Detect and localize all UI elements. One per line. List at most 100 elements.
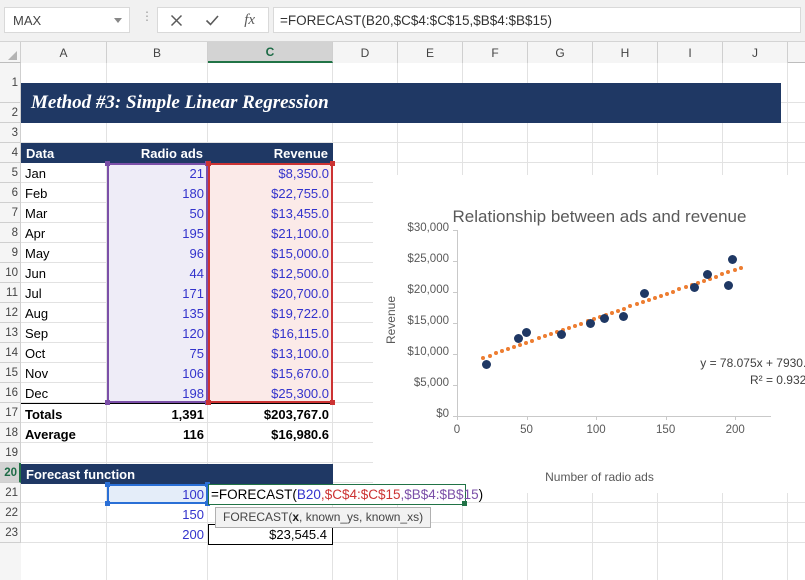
chevron-down-icon[interactable]	[114, 18, 122, 23]
insert-function-icon[interactable]: fx	[234, 8, 266, 32]
row-header-10[interactable]: 10	[0, 263, 21, 283]
row-header-9[interactable]: 9	[0, 243, 21, 263]
column-header-b[interactable]: B	[107, 42, 208, 63]
cell-c5[interactable]: $22,755.0	[208, 183, 333, 203]
cell-c4[interactable]: $8,350.0	[208, 163, 333, 183]
column-header-d[interactable]: D	[333, 42, 398, 63]
row-header-23[interactable]: 23	[0, 523, 21, 543]
column-header-e[interactable]: E	[398, 42, 463, 63]
formula-input[interactable]: =FORECAST(B20,$C$4:$C$15,$B$4:$B$15)	[273, 7, 801, 33]
cell-a12[interactable]: Sep	[21, 323, 107, 343]
scatter-chart[interactable]: Relationship between ads and revenue Rev…	[373, 175, 805, 493]
header-cell-data[interactable]: Data	[21, 143, 107, 163]
cell-b14[interactable]: 106	[107, 363, 208, 383]
forecast-x-b20[interactable]: 100	[107, 484, 208, 504]
chart-data-point[interactable]	[640, 289, 649, 298]
row-header-12[interactable]: 12	[0, 303, 21, 323]
cell-b6[interactable]: 50	[107, 203, 208, 223]
row-header-17[interactable]: 17	[0, 403, 21, 423]
row-header-16[interactable]: 16	[0, 383, 21, 403]
cell-b13[interactable]: 75	[107, 343, 208, 363]
cell-b4[interactable]: 21	[107, 163, 208, 183]
cell-a5[interactable]: Feb	[21, 183, 107, 203]
row-header-11[interactable]: 11	[0, 283, 21, 303]
cell-a6[interactable]: Mar	[21, 203, 107, 223]
row-header-21[interactable]: 21	[0, 483, 21, 503]
cell-a10[interactable]: Jul	[21, 283, 107, 303]
row-header-13[interactable]: 13	[0, 323, 21, 343]
cell-a14[interactable]: Nov	[21, 363, 107, 383]
chart-data-point[interactable]	[482, 360, 491, 369]
formula-edit-cell[interactable]: =FORECAST( B20 , $C$4:$C$15 , $B$4:$B$15…	[208, 484, 466, 505]
cancel-icon[interactable]	[160, 8, 192, 32]
row-header-7[interactable]: 7	[0, 203, 21, 223]
cell-a15[interactable]: Dec	[21, 383, 107, 403]
cell-a8[interactable]: May	[21, 243, 107, 263]
cell-c10[interactable]: $20,700.0	[208, 283, 333, 303]
column-header-i[interactable]: I	[658, 42, 723, 63]
forecast-x-b22[interactable]: 200	[107, 524, 208, 544]
chart-data-point[interactable]	[586, 319, 595, 328]
row-header-14[interactable]: 14	[0, 343, 21, 363]
column-header-j[interactable]: J	[723, 42, 788, 63]
row-header-8[interactable]: 8	[0, 223, 21, 243]
chart-data-point[interactable]	[728, 255, 737, 264]
totals-label[interactable]: Totals	[21, 404, 107, 424]
cell-c8[interactable]: $15,000.0	[208, 243, 333, 263]
cell-b12[interactable]: 120	[107, 323, 208, 343]
cell-c13[interactable]: $13,100.0	[208, 343, 333, 363]
cell-c7[interactable]: $21,100.0	[208, 223, 333, 243]
row-header-6[interactable]: 6	[0, 183, 21, 203]
header-cell-revenue[interactable]: Revenue	[208, 143, 333, 163]
edit-cell-fill-handle[interactable]	[462, 501, 467, 506]
header-cell-radio-ads[interactable]: Radio ads	[107, 143, 208, 163]
chart-data-point[interactable]	[600, 314, 609, 323]
column-header-h[interactable]: H	[593, 42, 658, 63]
cell-c6[interactable]: $13,455.0	[208, 203, 333, 223]
chart-data-point[interactable]	[557, 330, 566, 339]
column-header-g[interactable]: G	[528, 42, 593, 63]
cell-b11[interactable]: 135	[107, 303, 208, 323]
chart-data-point[interactable]	[724, 281, 733, 290]
cell-c11[interactable]: $19,722.0	[208, 303, 333, 323]
title-banner[interactable]: Method #3: Simple Linear Regression	[21, 83, 781, 123]
cell-c15[interactable]: $25,300.0	[208, 383, 333, 403]
totals-revenue[interactable]: $203,767.0	[208, 404, 333, 424]
cell-b8[interactable]: 96	[107, 243, 208, 263]
cell-b5[interactable]: 180	[107, 183, 208, 203]
row-header-19[interactable]: 19	[0, 443, 21, 463]
average-label[interactable]: Average	[21, 424, 107, 444]
average-revenue[interactable]: $16,980.6	[208, 424, 333, 444]
cell-a13[interactable]: Oct	[21, 343, 107, 363]
row-header-5[interactable]: 5	[0, 163, 21, 183]
row-header-4[interactable]: 4	[0, 143, 21, 163]
totals-ads[interactable]: 1,391	[107, 404, 208, 424]
row-header-1[interactable]: 1	[0, 63, 21, 103]
row-header-2[interactable]: 2	[0, 103, 21, 123]
cell-b9[interactable]: 44	[107, 263, 208, 283]
cell-a4[interactable]: Jan	[21, 163, 107, 183]
name-box[interactable]: MAX	[4, 7, 130, 33]
row-header-15[interactable]: 15	[0, 363, 21, 383]
column-header-a[interactable]: A	[21, 42, 107, 63]
forecast-banner[interactable]: Forecast function	[21, 464, 333, 484]
chart-data-point[interactable]	[619, 312, 628, 321]
cell-b10[interactable]: 171	[107, 283, 208, 303]
chart-data-point[interactable]	[690, 283, 699, 292]
confirm-icon[interactable]	[197, 8, 229, 32]
row-header-20[interactable]: 20	[0, 463, 21, 483]
cell-a7[interactable]: Apr	[21, 223, 107, 243]
column-header-c[interactable]: C	[208, 42, 333, 63]
chart-data-point[interactable]	[514, 334, 523, 343]
chart-data-point[interactable]	[522, 328, 531, 337]
row-header-22[interactable]: 22	[0, 503, 21, 523]
cell-a11[interactable]: Aug	[21, 303, 107, 323]
cell-b15[interactable]: 198	[107, 383, 208, 403]
cell-c14[interactable]: $15,670.0	[208, 363, 333, 383]
cell-a9[interactable]: Jun	[21, 263, 107, 283]
cell-c12[interactable]: $16,115.0	[208, 323, 333, 343]
average-ads[interactable]: 116	[107, 424, 208, 444]
column-header-f[interactable]: F	[463, 42, 528, 63]
cell-c9[interactable]: $12,500.0	[208, 263, 333, 283]
select-all-corner[interactable]	[0, 42, 21, 63]
